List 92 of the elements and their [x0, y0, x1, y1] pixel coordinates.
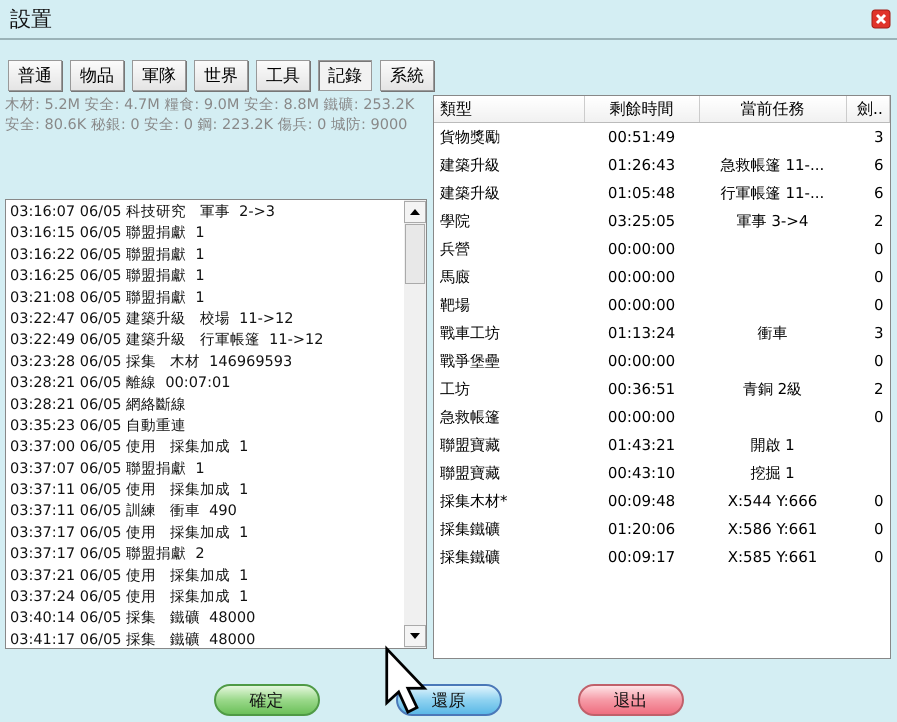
table-cell: 00:43:10 — [608, 464, 676, 482]
tab[interactable]: 世界 — [194, 60, 248, 91]
tab[interactable]: 軍隊 — [132, 60, 186, 91]
table-cell: 學院 — [440, 212, 470, 230]
tab[interactable]: 系統 — [380, 60, 434, 91]
table-cell: 開啟 1 — [750, 436, 795, 454]
log-entry: 03:37:11 06/05 訓練 衝車 490 — [10, 502, 238, 522]
table-cell: 採集鐵礦 — [440, 520, 500, 538]
log-entry: 03:16:07 06/05 科技研究 軍事 2->3 — [10, 203, 276, 222]
table-cell: 2 — [874, 380, 884, 398]
table-cell: 00:09:17 — [608, 548, 676, 566]
table-cell: 01:43:21 — [608, 436, 676, 454]
table-cell: 6 — [874, 184, 884, 202]
table-cell: 工坊 — [440, 380, 470, 398]
table-cell: 6 — [874, 156, 884, 174]
table-cell: 急救帳篷 — [440, 408, 500, 426]
table-cell: X:586 Y:661 — [728, 520, 818, 538]
table-cell: 00:36:51 — [608, 380, 676, 398]
table-cell: 01:13:24 — [608, 324, 676, 342]
table-cell: 2 — [874, 212, 884, 230]
tab[interactable]: 記錄 — [318, 60, 372, 91]
table-cell: 00:00:00 — [608, 240, 676, 258]
table-cell: 03:25:05 — [608, 212, 676, 230]
table-cell: 衝車 — [758, 324, 788, 342]
table-cell: 01:20:06 — [608, 520, 676, 538]
log-entry: 03:37:24 06/05 使用 採集加成 1 — [10, 588, 250, 608]
table-cell: 採集鐵礦 — [440, 548, 500, 566]
action-button[interactable]: 確定 — [214, 684, 320, 716]
log-entry: 03:41:17 06/05 採集 鐵礦 48000 — [10, 630, 256, 648]
log-entry: 03:16:25 06/05 聯盟捐獻 1 — [10, 267, 206, 286]
tab[interactable]: 普通 — [8, 60, 62, 91]
log-entry: 03:37:17 06/05 使用 採集加成 1 — [10, 524, 250, 543]
tab[interactable]: 工具 — [256, 60, 310, 91]
resource-stats: 木材: 5.2M 安全: 4.7M 糧食: 9.0M 安全: 8.8M 鐵礦: 253.2K 安全: 80.6K 秘銀: 0 安全: 0 鋼: 223.2K 傷兵: 0 城防: 9000 — [5, 96, 416, 135]
table-cell: 貨物獎勵 — [440, 128, 500, 146]
log-entry: 03:16:15 06/05 聯盟捐獻 1 — [10, 224, 206, 244]
log-entry: 03:22:49 06/05 建築升級 行軍帳篷 11->12 — [10, 331, 324, 350]
table-cell: 00:00:00 — [608, 268, 676, 286]
table-cell: 挖掘 1 — [750, 464, 795, 482]
action-button[interactable]: 退出 — [578, 684, 684, 716]
tab[interactable]: 物品 — [70, 60, 124, 91]
table-cell: 戰爭堡壘 — [440, 352, 500, 370]
log-entry: 03:37:07 06/05 聯盟捐獻 1 — [10, 460, 206, 479]
table-cell: 00:00:00 — [608, 408, 676, 426]
table-cell: 馬廄 — [440, 268, 470, 286]
log-entry: 03:35:23 06/05 自動重連 — [10, 416, 188, 436]
table-cell: 靶場 — [440, 296, 470, 314]
table-cell: 採集木材* — [440, 492, 508, 510]
table-cell: 急救帳篷 11-... — [720, 156, 824, 174]
table-cell: 01:26:43 — [608, 156, 676, 174]
log-entry: 03:21:08 06/05 聯盟捐獻 1 — [10, 288, 206, 308]
table-cell: 01:05:48 — [608, 184, 676, 202]
log-entry: 03:22:47 06/05 建築升級 校場 11->12 — [10, 310, 294, 329]
log-entry: 03:28:21 06/05 離線 00:07:01 — [10, 374, 232, 394]
table-cell: X:585 Y:661 — [728, 548, 818, 566]
table-cell: 00:51:49 — [608, 128, 676, 146]
column-header[interactable]: 當前任務 — [699, 96, 846, 122]
log-entry: 03:40:14 06/05 採集 鐵礦 48000 — [10, 609, 256, 628]
table-cell: 聯盟寶藏 — [440, 436, 500, 454]
table-cell: 軍事 3->4 — [736, 212, 808, 230]
table-cell: 0 — [874, 520, 884, 538]
log-entry: 03:23:28 06/05 採集 木材 146969593 — [10, 352, 294, 372]
window-title: 設置 — [10, 6, 52, 33]
log-entry: 03:37:11 06/05 使用 採集加成 1 — [10, 481, 250, 500]
table-cell: 青銅 2級 — [742, 380, 802, 398]
log-entry: 03:37:17 06/05 聯盟捐獻 2 — [10, 545, 206, 564]
table-cell: X:544 Y:666 — [728, 492, 818, 510]
table-cell: 0 — [874, 296, 884, 314]
table-cell: 00:00:00 — [608, 296, 676, 314]
table-cell: 0 — [874, 240, 884, 258]
table-cell: 建築升級 — [440, 184, 500, 202]
table-cell: 00:09:48 — [608, 492, 676, 510]
log-entry: 03:28:21 06/05 網絡斷線 — [10, 396, 188, 415]
table-cell: 00:00:00 — [608, 352, 676, 370]
column-header[interactable]: 剩餘時間 — [584, 96, 699, 122]
log-entry: 03:16:22 06/05 聯盟捐獻 1 — [10, 246, 206, 265]
table-cell: 兵營 — [440, 240, 470, 258]
table-cell: 0 — [874, 492, 884, 510]
table-cell: 0 — [874, 408, 884, 426]
table-cell: 建築升級 — [440, 156, 500, 174]
log-entry: 03:37:00 06/05 使用 採集加成 1 — [10, 438, 250, 458]
table-cell: 0 — [874, 268, 884, 286]
column-header[interactable]: 劍.. — [846, 96, 890, 122]
table-cell: 3 — [874, 128, 884, 146]
table-cell: 戰車工坊 — [440, 324, 500, 342]
column-header[interactable]: 類型 — [434, 96, 584, 122]
table-cell: 聯盟寶藏 — [440, 464, 500, 482]
table-cell: 行軍帳篷 11-... — [720, 184, 824, 202]
table-cell: 0 — [874, 548, 884, 566]
log-entry: 03:37:21 06/05 使用 採集加成 1 — [10, 566, 250, 586]
table-cell: 3 — [874, 324, 884, 342]
table-cell: 0 — [874, 352, 884, 370]
